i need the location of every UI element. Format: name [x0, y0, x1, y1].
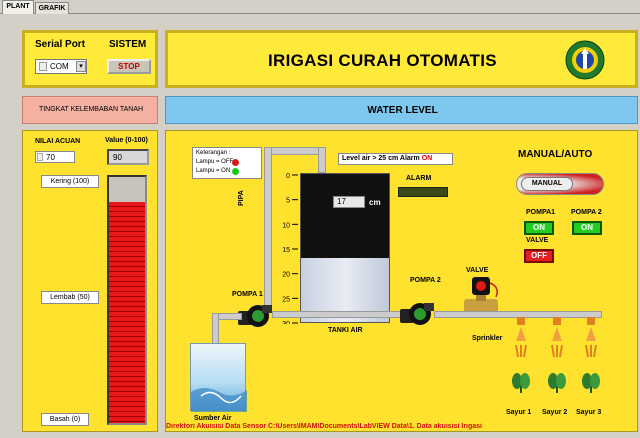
- moisture-header-label: TINGKAT KELEMBABAN TANAH: [38, 106, 144, 113]
- moisture-level-bar: [107, 175, 147, 425]
- pompa2-indicator-label: POMPA 2: [571, 209, 602, 216]
- tank-tick-label: 20: [282, 272, 290, 279]
- stop-button[interactable]: STOP: [107, 59, 151, 74]
- sumber-air-label: Sumber Air: [194, 415, 232, 422]
- nilai-acuan-value: 70: [46, 153, 55, 162]
- footer-path: Direktori Akuisisi Data Sensor C:\Users\…: [166, 423, 483, 430]
- tank-tick-label: 15: [282, 247, 290, 254]
- scale-basah: Basah (0): [41, 413, 89, 426]
- plant-3-icon: [582, 371, 600, 393]
- stepper-icon[interactable]: [37, 153, 43, 161]
- pompa1-indicator-label: POMPA1: [526, 209, 556, 216]
- tank-scale: 0 5 10 15 20 25 30: [276, 169, 298, 328]
- tank-level-value: 17: [333, 196, 365, 208]
- legend-title: Keterangan :: [196, 150, 231, 156]
- water-level-header: WATER LEVEL: [165, 96, 638, 124]
- pipe-tank-pompa2: [272, 311, 402, 318]
- moisture-header: TINGKAT KELEMBABAN TANAH: [22, 96, 158, 124]
- serial-panel: Serial Port SISTEM COM ▾ STOP: [22, 30, 158, 88]
- tab-plant[interactable]: PLANT: [2, 0, 34, 14]
- pipe-vertical: [264, 147, 272, 307]
- tank-label: TANKI AIR: [328, 327, 363, 334]
- chevron-down-icon[interactable]: ▾: [76, 61, 86, 72]
- tab-bar: PLANT GRAFIK: [0, 0, 640, 14]
- sprinkler-3-icon: [584, 317, 598, 359]
- sayur-3-label: Sayur 3: [576, 409, 602, 416]
- pompa2-icon: [400, 301, 434, 327]
- level-air-indicator: Level air > 25 cm Alarm ON: [338, 153, 453, 165]
- sprinkler-label: Sprinkler: [472, 335, 503, 342]
- tank-tick-label: 5: [286, 198, 290, 205]
- lamp-off-icon: [232, 159, 239, 166]
- page-title: IRIGASI CURAH OTOMATIS: [268, 51, 497, 70]
- manual-auto-toggle[interactable]: MANUAL: [516, 173, 604, 195]
- resource-icon: [39, 62, 47, 71]
- tab-grafik[interactable]: GRAFIK: [35, 2, 69, 14]
- pipe-top-down: [318, 147, 326, 173]
- moisture-level-fill: [109, 202, 145, 423]
- sprinkler-2-icon: [550, 317, 564, 359]
- alarm-indicator: [398, 187, 448, 197]
- valve-indicator-label: VALVE: [526, 237, 549, 244]
- sprinkler-1-icon: [514, 317, 528, 359]
- tank-tick-label: 25: [282, 296, 290, 303]
- pompa2-indicator: ON: [572, 221, 602, 235]
- moisture-panel: NILAI ACUAN 70 Value (0-100) 90 Kering (…: [22, 130, 158, 432]
- tank-tick-label: 30: [282, 321, 290, 324]
- water-source-image: [190, 343, 247, 412]
- pompa1-icon: [238, 303, 272, 329]
- header-panel: IRIGASI CURAH OTOMATIS: [165, 30, 638, 88]
- pompa1-indicator: ON: [524, 221, 554, 235]
- nilai-acuan-label: NILAI ACUAN: [35, 138, 81, 145]
- value-label: Value (0-100): [105, 137, 148, 144]
- alarm-state-text: ON: [421, 155, 433, 162]
- value-display: 90: [107, 149, 149, 165]
- pompa1-label: POMPA 1: [232, 291, 263, 298]
- water-tank: 17 cm: [300, 173, 390, 323]
- legend-off: Lampu = OFF: [196, 159, 234, 165]
- pipe-top: [264, 147, 326, 155]
- plant-2-icon: [548, 371, 566, 393]
- university-logo-icon: [565, 40, 605, 80]
- legend-on: Lampu = ON: [196, 168, 231, 174]
- serial-port-select[interactable]: COM ▾: [35, 59, 87, 74]
- serial-port-value: COM: [50, 62, 69, 71]
- alarm-label: ALARM: [406, 175, 432, 182]
- sayur-1-label: Sayur 1: [506, 409, 532, 416]
- plant-1-icon: [512, 371, 530, 393]
- valve-indicator: OFF: [524, 249, 554, 263]
- lamp-on-icon: [232, 168, 239, 175]
- scale-kering: Kering (100): [41, 175, 99, 188]
- pipa-label: PIPA: [238, 190, 245, 206]
- tank-tick-label: 0: [286, 173, 290, 180]
- sistem-title: SISTEM: [109, 39, 147, 50]
- legend-box: Keterangan : Lampu = OFF Lampu = ON: [192, 147, 262, 179]
- level-air-text: Level air > 25 cm Alarm: [342, 155, 420, 162]
- manual-button[interactable]: MANUAL: [521, 177, 573, 191]
- tank-unit: cm: [369, 198, 381, 207]
- tank-tick-label: 10: [282, 222, 290, 229]
- pompa2-label: POMPA 2: [410, 277, 441, 284]
- plant-panel: Keterangan : Lampu = OFF Lampu = ON PIPA…: [165, 130, 638, 432]
- manual-auto-title: MANUAL/AUTO: [518, 149, 593, 160]
- scale-lembab: Lembab (50): [41, 291, 99, 304]
- valve-label: VALVE: [466, 267, 489, 274]
- serial-port-title: Serial Port: [35, 39, 86, 50]
- sayur-2-label: Sayur 2: [542, 409, 568, 416]
- nilai-acuan-input[interactable]: 70: [35, 151, 75, 163]
- water-level-header-label: WATER LEVEL: [367, 105, 438, 116]
